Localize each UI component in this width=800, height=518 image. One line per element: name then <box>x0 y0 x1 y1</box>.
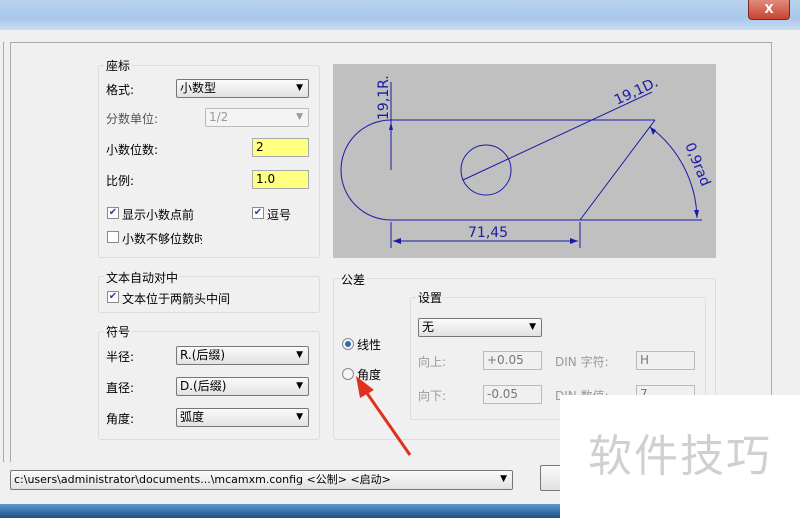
coords-title: 座标 <box>104 57 133 74</box>
format-label: 格式: <box>106 83 135 97</box>
trailing-checkbox[interactable] <box>107 231 119 243</box>
tolerance-type-select[interactable]: 无 ▼ <box>418 318 542 337</box>
chevron-down-icon: ▼ <box>296 412 303 422</box>
scale-input[interactable]: 1.0 <box>252 170 309 189</box>
diameter-select[interactable]: D.(后缀) ▼ <box>176 377 309 396</box>
dimension-preview: 19,1R. 19,1D. 71,45 0,9rad <box>333 64 716 258</box>
center-text-checkbox[interactable]: ✔ <box>107 291 119 303</box>
chevron-down-icon: ▼ <box>296 112 303 122</box>
chevron-down-icon: ▼ <box>296 350 303 360</box>
fraction-select[interactable]: 1/2 ▼ <box>205 108 309 127</box>
tolerance-title: 公差 <box>339 271 368 288</box>
show-leading-checkbox[interactable]: ✔ <box>107 207 119 219</box>
scale-label: 比例: <box>106 174 135 188</box>
comma-label: 逗号 <box>267 208 292 222</box>
lower-label: 向下: <box>418 389 447 403</box>
fraction-label: 分数单位: <box>106 112 159 126</box>
config-path: c:\users\administrator\documents...\mcam… <box>14 473 391 486</box>
linear-label: 线性 <box>357 338 382 352</box>
chevron-down-icon: ▼ <box>296 381 303 391</box>
radius-select[interactable]: R.(后缀) ▼ <box>176 346 309 365</box>
din-char-input[interactable]: H <box>636 351 695 370</box>
radius-dimension-text: 19,1R. <box>376 75 392 120</box>
linear-dimension-text: 71,45 <box>468 225 508 241</box>
chevron-down-icon: ▼ <box>500 474 507 484</box>
format-select[interactable]: 小数型 ▼ <box>176 79 309 98</box>
chevron-down-icon: ▼ <box>296 83 303 93</box>
diameter-label: 直径: <box>106 381 135 395</box>
chevron-down-icon: ▼ <box>529 322 536 332</box>
diameter-value: D.(后缀) <box>180 379 227 393</box>
fraction-value: 1/2 <box>209 110 229 124</box>
left-panel-edge <box>0 42 4 462</box>
tolerance-type-value: 无 <box>422 320 435 334</box>
angle-select[interactable]: 弧度 ▼ <box>176 408 309 427</box>
red-arrow-annotation <box>356 376 412 456</box>
settings-title: 设置 <box>416 289 445 306</box>
lower-input[interactable]: -0.05 <box>483 385 542 404</box>
close-button[interactable]: X <box>748 0 790 20</box>
comma-checkbox[interactable]: ✔ <box>252 207 264 219</box>
center-text-label: 文本位于两箭头中间 <box>122 292 231 306</box>
radius-value: R.(后缀) <box>180 348 226 362</box>
din-char-label: DIN 字符: <box>555 355 609 369</box>
upper-input[interactable]: +0.05 <box>483 351 542 370</box>
angle-value: 弧度 <box>180 410 205 424</box>
show-leading-label: 显示小数点前 <box>122 208 195 222</box>
watermark: 软件技巧 <box>560 395 800 518</box>
trailing-label: 小数不够位数时 <box>122 232 202 246</box>
upper-label: 向上: <box>418 355 447 369</box>
decimals-input[interactable]: 2 <box>252 138 309 157</box>
format-value: 小数型 <box>180 81 217 95</box>
decimals-label: 小数位数: <box>106 143 159 157</box>
linear-radio[interactable] <box>342 338 354 350</box>
symbols-title: 符号 <box>104 323 133 340</box>
center-title: 文本自动对中 <box>104 269 181 286</box>
angle-label: 角度: <box>106 412 135 426</box>
config-select[interactable]: c:\users\administrator\documents...\mcam… <box>10 470 513 490</box>
radius-label: 半径: <box>106 350 135 364</box>
title-bar <box>0 0 800 30</box>
taskbar <box>0 504 560 518</box>
